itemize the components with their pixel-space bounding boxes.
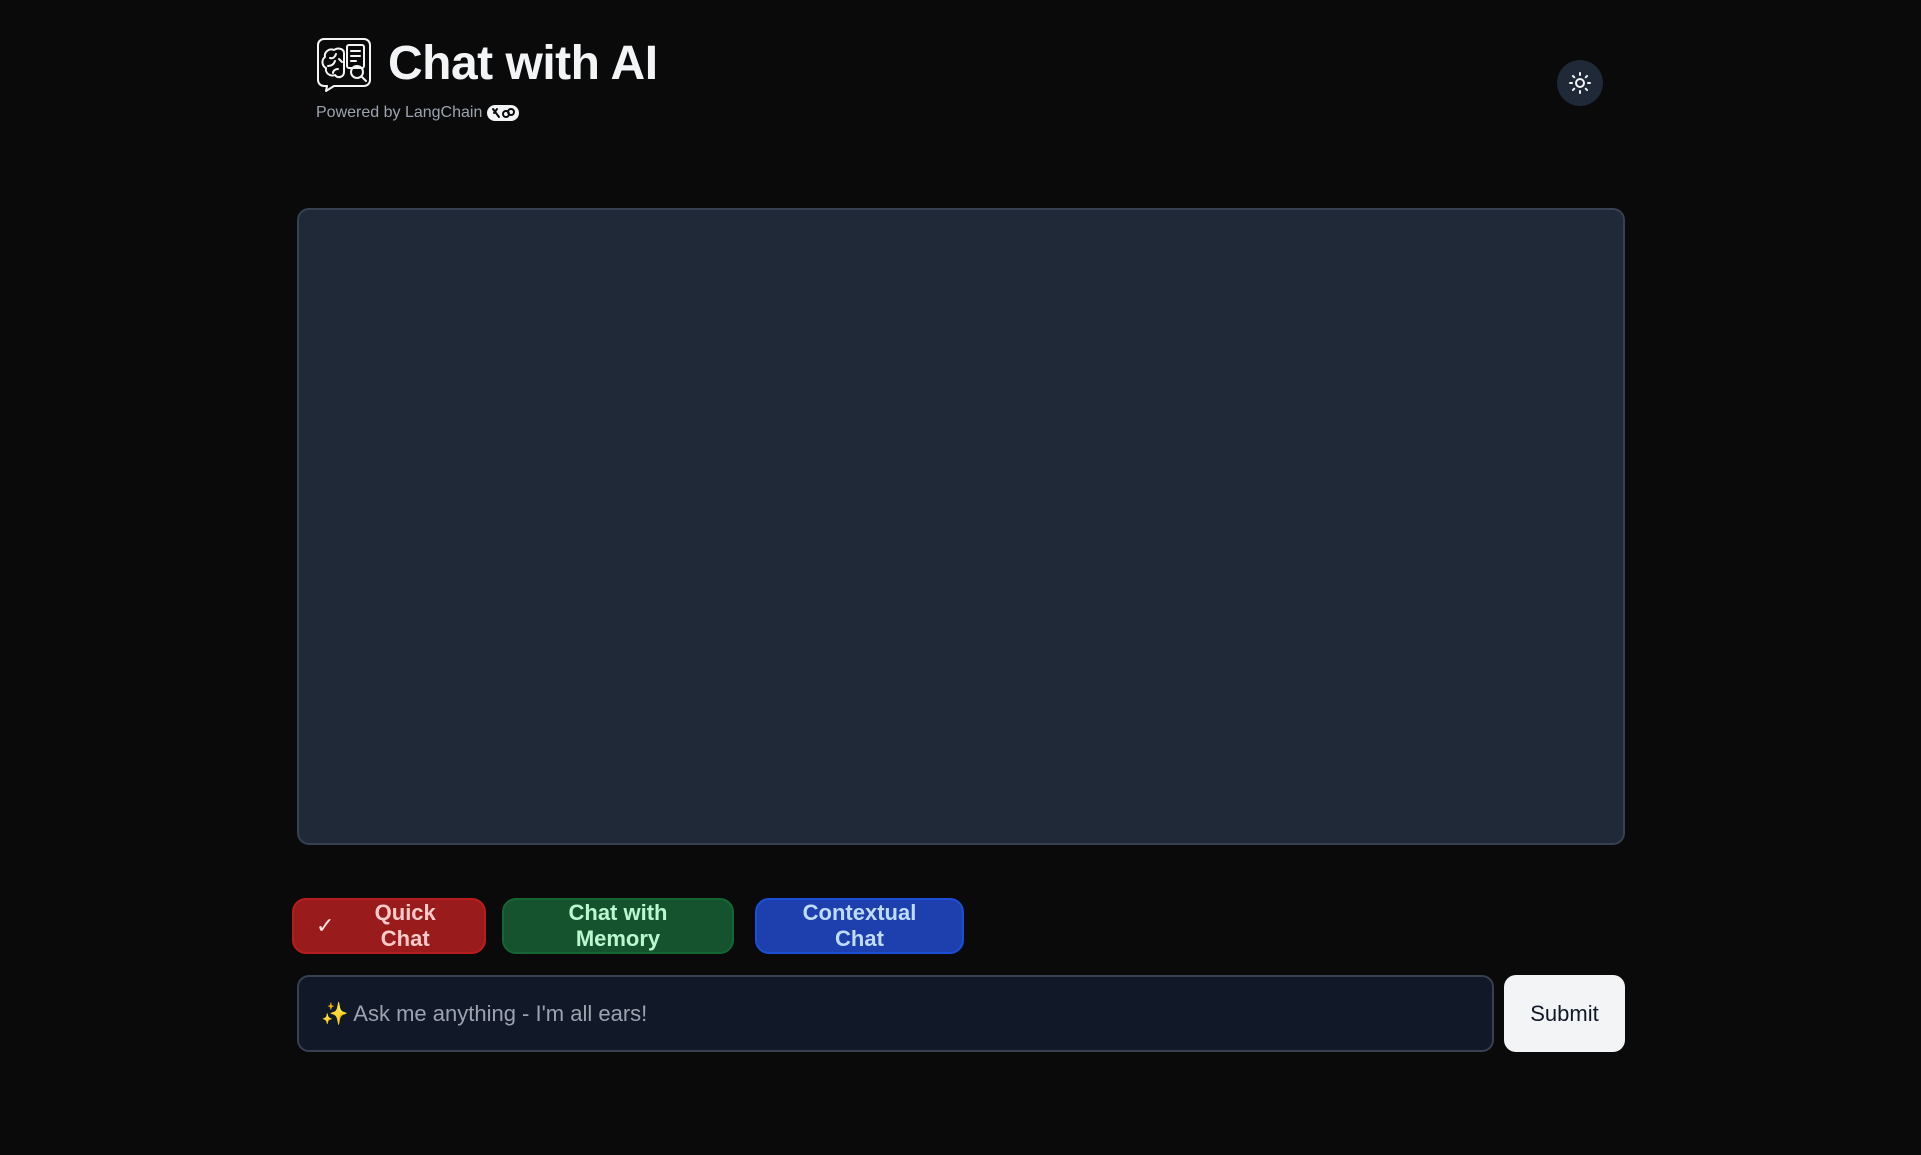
brain-document-chat-icon: [316, 36, 372, 92]
contextual-chat-button[interactable]: Contextual Chat: [755, 898, 964, 954]
submit-button[interactable]: Submit: [1504, 975, 1625, 1052]
check-icon: ✓: [316, 913, 335, 938]
quick-chat-button[interactable]: ✓ Quick Chat: [292, 898, 486, 954]
chat-input-wrapper: [297, 975, 1494, 1052]
theme-toggle-button[interactable]: [1557, 60, 1603, 106]
chat-input[interactable]: [299, 977, 1492, 1050]
contextual-chat-label: Contextual Chat: [802, 900, 917, 951]
powered-by-text: Powered by LangChain: [316, 104, 483, 121]
chat-with-memory-label: Chat with Memory: [568, 900, 668, 951]
chat-messages-area[interactable]: [297, 208, 1625, 845]
title-row: Chat with AI: [316, 36, 658, 92]
page-title: Chat with AI: [388, 37, 658, 90]
app-header: Chat with AI Powered by LangChain: [316, 36, 658, 122]
chat-mode-selector: ✓ Quick Chat Chat with Memory Contextual…: [292, 898, 964, 954]
sun-icon: [1568, 71, 1592, 95]
subtitle-row: Powered by LangChain: [316, 104, 658, 122]
quick-chat-label: Quick Chat: [374, 900, 436, 951]
langchain-logo-icon: [487, 105, 520, 121]
chat-with-memory-button[interactable]: Chat with Memory: [502, 898, 734, 954]
page: Chat with AI Powered by LangChain ✓ Quic…: [0, 0, 1921, 1155]
